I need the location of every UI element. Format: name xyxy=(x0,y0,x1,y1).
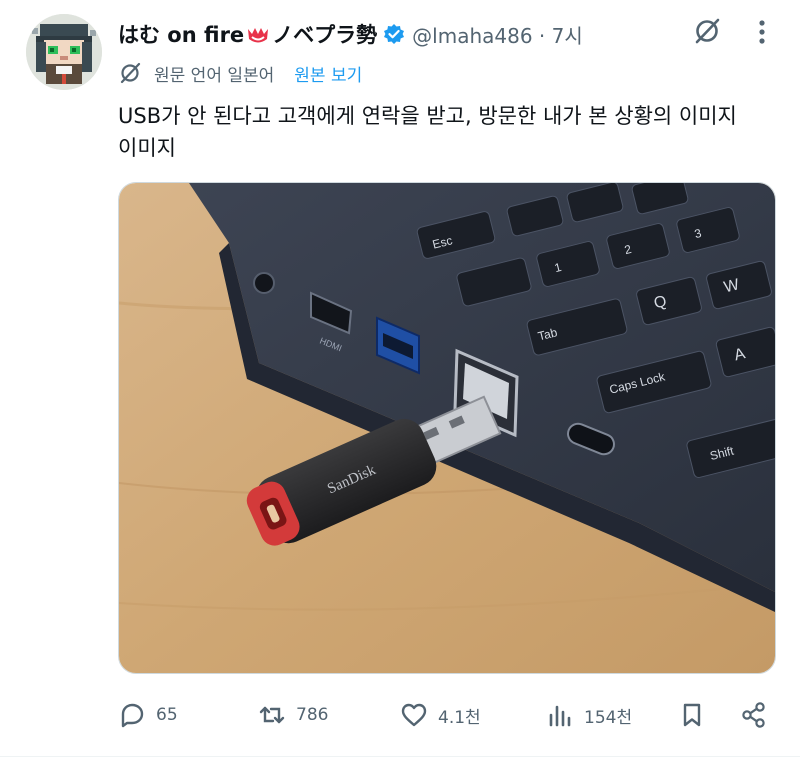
bookmark-icon xyxy=(683,703,701,727)
verified-icon xyxy=(384,24,405,44)
tweet-text: USB가 안 된다고 고객에게 연락을 받고, 방문한 내가 본 상황의 이미지… xyxy=(118,100,778,164)
action-bar: 65 786 4.1천 154천 xyxy=(118,697,778,733)
reply-count: 65 xyxy=(156,705,178,725)
tweet-text-line: 이미지 xyxy=(118,136,176,160)
handle-and-time[interactable]: @lmaha486 · 7시 xyxy=(412,20,583,49)
like-icon xyxy=(401,703,427,727)
reply-button[interactable]: 65 xyxy=(118,697,178,733)
avatar[interactable] xyxy=(26,14,102,90)
fire-emoji xyxy=(248,28,269,43)
translation-note: 원문 언어 일본어 xyxy=(154,65,275,86)
translation-row: 원문 언어 일본어 원본 보기 xyxy=(118,60,362,86)
like-count: 4.1천 xyxy=(438,707,481,728)
repost-button[interactable]: 786 xyxy=(258,697,328,733)
repost-count: 786 xyxy=(296,705,329,725)
views-icon xyxy=(549,705,571,727)
views-button[interactable]: 154천 xyxy=(546,697,632,733)
share-button[interactable] xyxy=(740,697,778,733)
tweet-text-line: USB가 안 된다고 고객에게 연락을 받고, 방문한 내가 본 상황의 이미지 xyxy=(118,104,737,128)
show-original-link[interactable]: 원본 보기 xyxy=(294,61,362,86)
bookmark-button[interactable] xyxy=(678,697,716,733)
more-icon[interactable] xyxy=(757,18,767,46)
repost-icon xyxy=(259,706,285,724)
like-button[interactable]: 4.1천 xyxy=(400,697,481,733)
display-name[interactable]: はむ on fire ノベプラ勢 xyxy=(118,19,377,49)
reply-icon xyxy=(121,703,144,728)
share-icon xyxy=(742,702,765,728)
tweet-media-image[interactable]: Esc Tab Caps Lock Shift Q W A 1 2 3 HDMI xyxy=(118,182,776,674)
tweet-header: はむ on fire ノベプラ勢 @lmaha486 · 7시 xyxy=(118,14,780,54)
grok-icon[interactable] xyxy=(692,16,722,46)
views-count: 154천 xyxy=(584,707,633,728)
translate-icon xyxy=(120,62,141,84)
